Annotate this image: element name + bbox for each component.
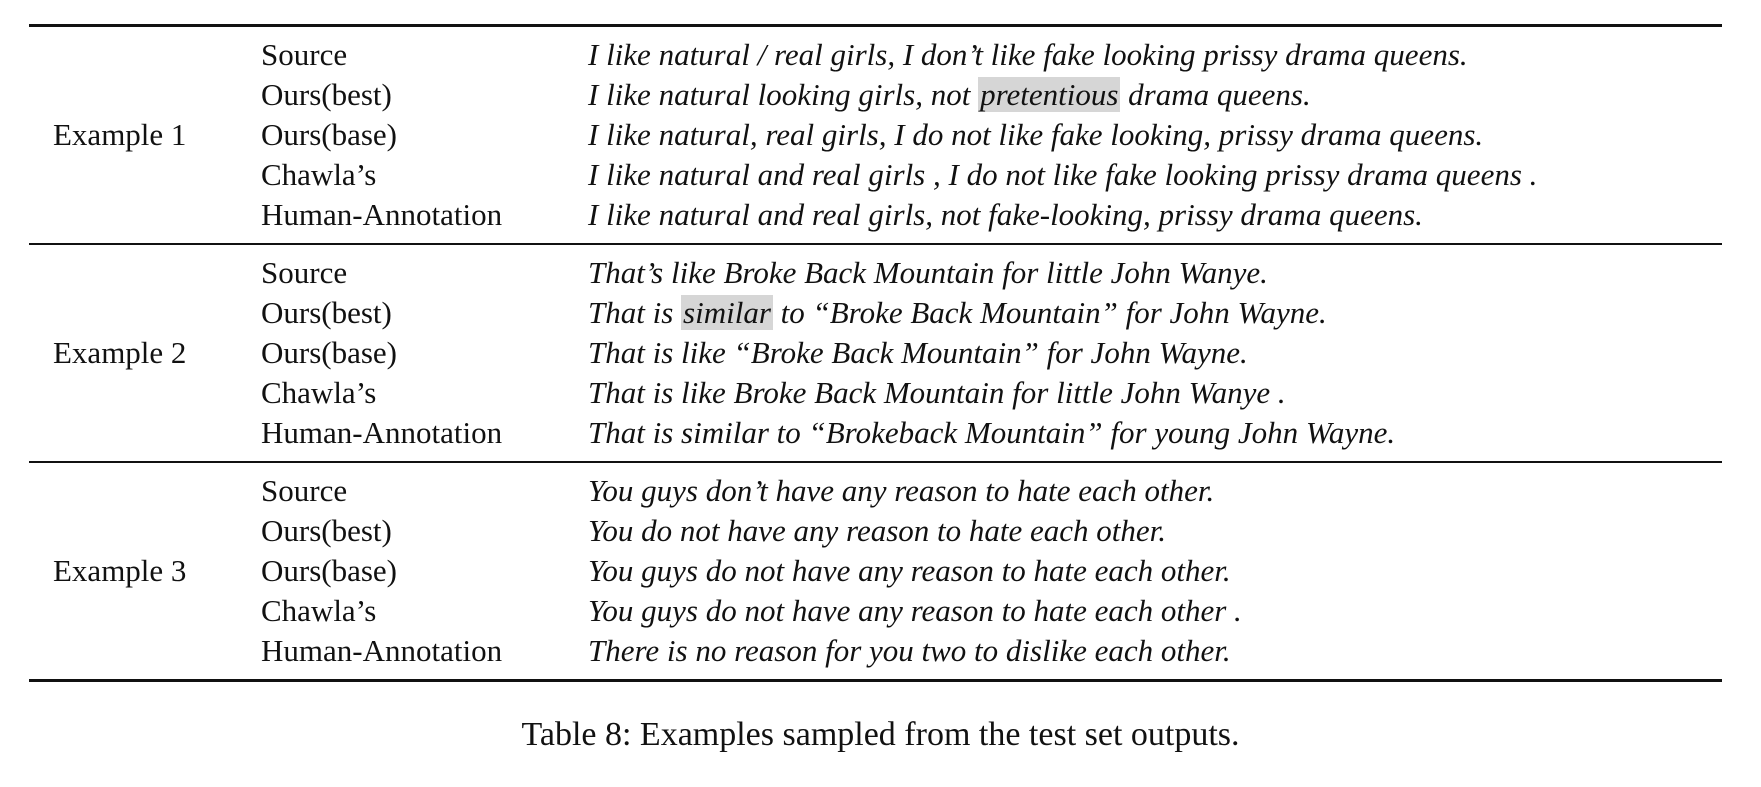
sentence-text: You guys do not have any reason to hate … xyxy=(588,553,1231,588)
system-name: Chawla’s xyxy=(261,157,377,192)
table-row: Ours(best) You do not have any reason to… xyxy=(29,511,1722,551)
sentence-text: That is like “Broke Back Mountain” for J… xyxy=(588,335,1248,370)
system-name: Source xyxy=(261,37,348,72)
sentence-text: That is xyxy=(588,295,682,330)
table-row: Human-Annotation That is similar to “Bro… xyxy=(29,413,1722,453)
sentence-text: There is no reason for you two to dislik… xyxy=(588,633,1231,668)
sentence-text: That’s like Broke Back Mountain for litt… xyxy=(588,255,1268,290)
table-row: Source You guys don’t have any reason to… xyxy=(29,471,1722,511)
system-name: Human-Annotation xyxy=(261,197,503,232)
system-name: Human-Annotation xyxy=(261,415,503,450)
sentence-text: I like natural and real girls, not fake-… xyxy=(588,197,1423,232)
system-name: Source xyxy=(261,255,348,290)
output-sentence: You guys do not have any reason to hate … xyxy=(588,591,1242,631)
sentence-text: That is similar to “Brokeback Mountain” … xyxy=(588,415,1396,450)
example-group: Example 2 Source That’s like Broke Back … xyxy=(29,245,1722,461)
table-row: Ours(base) You guys do not have any reas… xyxy=(29,551,1722,591)
table-row: Ours(base) I like natural, real girls, I… xyxy=(29,115,1722,155)
table-row: Ours(best) I like natural looking girls,… xyxy=(29,75,1722,115)
system-name: Chawla’s xyxy=(261,593,377,628)
output-sentence: That is like Broke Back Mountain for lit… xyxy=(588,373,1286,413)
output-sentence: I like natural, real girls, I do not lik… xyxy=(588,115,1483,155)
output-sentence: You guys do not have any reason to hate … xyxy=(588,551,1231,591)
output-sentence: That is similar to “Broke Back Mountain”… xyxy=(588,293,1327,333)
sentence-text: You guys don’t have any reason to hate e… xyxy=(588,473,1215,508)
system-name: Ours(base) xyxy=(261,553,398,588)
table-row: Human-Annotation There is no reason for … xyxy=(29,631,1722,671)
sentence-text: I like natural / real girls, I don’t lik… xyxy=(588,37,1468,72)
sentence-text: I like natural, real girls, I do not lik… xyxy=(588,117,1484,152)
output-sentence: I like natural / real girls, I don’t lik… xyxy=(588,35,1468,75)
table-row: Human-Annotation I like natural and real… xyxy=(29,195,1722,235)
sentence-text-after: to “Broke Back Mountain” for John Wayne. xyxy=(772,295,1327,330)
output-sentence: That is similar to “Brokeback Mountain” … xyxy=(588,413,1395,453)
table-row: Ours(best) That is similar to “Broke Bac… xyxy=(29,293,1722,333)
table-row: Source That’s like Broke Back Mountain f… xyxy=(29,253,1722,293)
system-name: Ours(base) xyxy=(261,117,398,152)
example-group: Example 1 Source I like natural / real g… xyxy=(29,27,1722,243)
sentence-text-after: drama queens. xyxy=(1120,77,1311,112)
system-name: Human-Annotation xyxy=(261,633,503,668)
output-sentence: You guys don’t have any reason to hate e… xyxy=(588,471,1214,511)
system-name: Ours(best) xyxy=(261,295,392,330)
output-sentence: I like natural and real girls , I do not… xyxy=(588,155,1537,195)
sentence-text: You do not have any reason to hate each … xyxy=(588,513,1167,548)
table-row: Chawla’s You guys do not have any reason… xyxy=(29,591,1722,631)
sentence-text: I like natural and real girls , I do not… xyxy=(588,157,1538,192)
example-group: Example 3 Source You guys don’t have any… xyxy=(29,463,1722,679)
sentence-text: You guys do not have any reason to hate … xyxy=(588,593,1242,628)
output-sentence: I like natural looking girls, not preten… xyxy=(588,75,1311,115)
system-name: Ours(best) xyxy=(261,513,392,548)
output-sentence: You do not have any reason to hate each … xyxy=(588,511,1166,551)
output-sentence: That’s like Broke Back Mountain for litt… xyxy=(588,253,1268,293)
table-row: Chawla’s That is like Broke Back Mountai… xyxy=(29,373,1722,413)
system-name: Source xyxy=(261,473,348,508)
table-row: Source I like natural / real girls, I do… xyxy=(29,35,1722,75)
table-bottom-rule xyxy=(29,679,1722,682)
sentence-text: I like natural looking girls, not xyxy=(588,77,979,112)
system-name: Chawla’s xyxy=(261,375,377,410)
sentence-text: That is like Broke Back Mountain for lit… xyxy=(588,375,1286,410)
table-row: Chawla’s I like natural and real girls ,… xyxy=(29,155,1722,195)
output-sentence: I like natural and real girls, not fake-… xyxy=(588,195,1423,235)
system-name: Ours(base) xyxy=(261,335,398,370)
table-row: Ours(base) That is like “Broke Back Moun… xyxy=(29,333,1722,373)
highlighted-word: similar xyxy=(681,295,773,330)
system-name: Ours(best) xyxy=(261,77,392,112)
table-caption: Table 8: Examples sampled from the test … xyxy=(521,716,1240,753)
examples-table: Example 1 Source I like natural / real g… xyxy=(29,24,1722,682)
output-sentence: There is no reason for you two to dislik… xyxy=(588,631,1231,671)
output-sentence: That is like “Broke Back Mountain” for J… xyxy=(588,333,1248,373)
highlighted-word: pretentious xyxy=(978,77,1121,112)
